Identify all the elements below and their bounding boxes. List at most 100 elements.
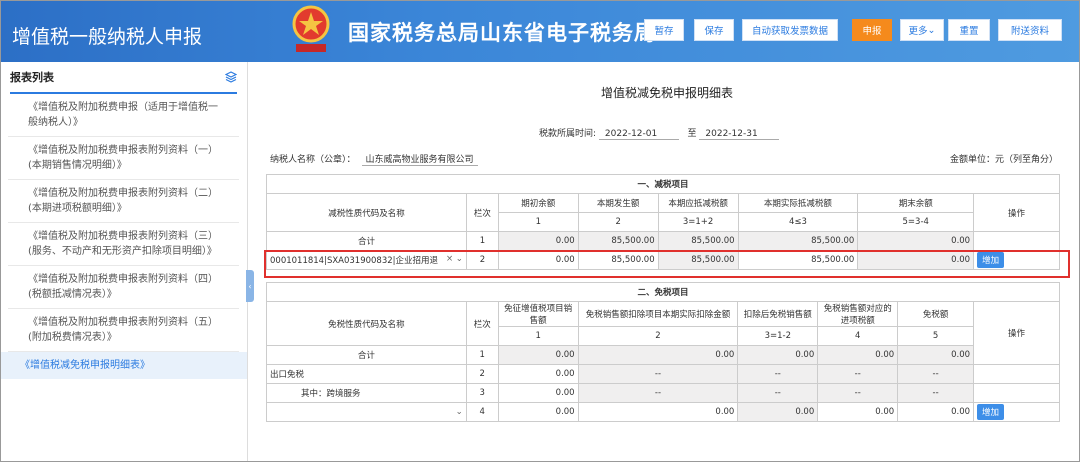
main-content: 增值税减免税申报明细表 税款所属时间: 2022-12-01 至 2022-12… xyxy=(254,62,1080,462)
exemption-code-select[interactable]: ⌄ xyxy=(266,402,467,422)
op-cell xyxy=(973,364,1060,384)
save-button[interactable]: 保存 xyxy=(694,19,734,41)
add-row-button[interactable]: 增加 xyxy=(977,404,1005,420)
sidebar-item-main[interactable]: 《增值税及附加税费申报（适用于增值税一般纳税人）》 xyxy=(8,94,239,137)
attach-button[interactable]: 附送资料 xyxy=(998,19,1062,41)
col-header: 本期应抵减税额 xyxy=(657,193,739,213)
section-title: 二、免税项目 xyxy=(266,282,1060,302)
input-value[interactable]: 0.00 xyxy=(497,402,579,422)
sidebar-item-schedule-4[interactable]: 《增值税及附加税费申报表附列资料（四）(税额抵减情况表）》 xyxy=(8,266,239,309)
cell-value: -- xyxy=(737,383,819,403)
app-title: 增值税一般纳税人申报 xyxy=(12,26,203,48)
section-title: 一、减税项目 xyxy=(266,174,1060,194)
row-name: 合计 xyxy=(266,345,467,365)
auto-invoice-button[interactable]: 自动获取发票数据 xyxy=(742,19,838,41)
reduction-code-select[interactable]: 0001011814|SXA031900832|企业招用退 × ⌄ xyxy=(266,250,467,270)
taxpayer-label: 纳税人名称（公章）： xyxy=(270,155,356,165)
input-value[interactable]: 0.00 xyxy=(497,250,579,270)
row-name: 其中：跨境服务 xyxy=(266,383,467,403)
layers-icon[interactable] xyxy=(225,71,237,83)
chevron-down-icon[interactable]: ⌄ xyxy=(456,407,463,417)
col-num: 5=3-4 xyxy=(857,212,975,232)
cell-value: -- xyxy=(817,364,899,384)
input-value[interactable]: 0.00 xyxy=(817,402,899,422)
row-name: 合计 xyxy=(266,231,467,251)
input-value[interactable]: 0.00 xyxy=(497,364,579,384)
sidebar-header: 报表列表 xyxy=(10,62,237,94)
declare-button[interactable]: 申报 xyxy=(852,19,892,41)
col-header: 免税销售额对应的进项税额 xyxy=(817,301,899,327)
brand-title: 国家税务总局山东省电子税务局 xyxy=(348,21,656,45)
cell-value: 0.00 xyxy=(497,231,579,251)
more-button[interactable]: 更多 ⌄ xyxy=(900,19,944,41)
more-label: 更多 xyxy=(908,26,928,37)
sidebar-item-schedule-1[interactable]: 《增值税及附加税费申报表附列资料（一）(本期销售情况明细）》 xyxy=(8,137,239,180)
table-row: 其中：跨境服务 3 0.00 -- -- -- -- xyxy=(266,383,1060,403)
taxpayer-name: 山东威高物业服务有限公司 xyxy=(361,152,478,166)
col-num: 2 xyxy=(577,326,739,346)
cell-value: -- xyxy=(817,383,899,403)
cell-value: 0.00 xyxy=(577,345,739,365)
collapse-sidebar-handle[interactable]: ‹ xyxy=(246,270,254,302)
cell-value: -- xyxy=(737,364,819,384)
sidebar-item-exemption[interactable]: 《增值税减免税申报明细表》 xyxy=(0,352,247,379)
row-line: 2 xyxy=(465,364,499,384)
row-line: 1 xyxy=(465,345,499,365)
cell-value: 0.00 xyxy=(737,402,819,422)
col-header-name: 减税性质代码及名称 xyxy=(266,193,467,232)
col-header: 扣除后免税销售额 xyxy=(737,301,819,327)
chevron-down-icon: ⌄ xyxy=(927,24,936,36)
input-value[interactable]: 0.00 xyxy=(897,402,975,422)
col-num: 5 xyxy=(897,326,975,346)
row-line: 3 xyxy=(465,383,499,403)
cell-value: 85,500.00 xyxy=(657,250,739,270)
period-to-label: 至 xyxy=(687,129,697,139)
sidebar: 报表列表 《增值税及附加税费申报（适用于增值税一般纳税人）》 《增值税及附加税费… xyxy=(0,62,248,462)
period-start-field[interactable]: 2022-12-01 xyxy=(598,129,679,140)
table-row: 出口免税 2 0.00 -- -- -- -- xyxy=(266,364,1060,384)
sidebar-item-schedule-3[interactable]: 《增值税及附加税费申报表附列资料（三）(服务、不动产和无形资产扣除项目明细）》 xyxy=(8,223,239,266)
cell-value: 0.00 xyxy=(497,345,579,365)
add-row-button[interactable]: 增加 xyxy=(977,252,1005,268)
period-end-field[interactable]: 2022-12-31 xyxy=(699,129,780,140)
tax-period: 税款所属时间: 2022-12-01 至 2022-12-31 xyxy=(539,126,780,140)
tax-emblem-icon xyxy=(292,5,330,52)
clear-icon[interactable]: × ⌄ xyxy=(446,254,463,264)
col-num: 2 xyxy=(577,212,659,232)
input-value[interactable]: 0.00 xyxy=(497,383,579,403)
tax-exemption-table: 二、免税项目 免税性质代码及名称 栏次 免征增值税项目销售额 免税销售额扣除项目… xyxy=(266,282,1060,422)
amount-unit: 金额单位：元（列至角分） xyxy=(949,155,1058,165)
input-value[interactable]: 0.00 xyxy=(577,402,739,422)
period-label: 税款所属时间: xyxy=(539,129,597,139)
reduction-code-value: 0001011814|SXA031900832|企业招用退 xyxy=(270,256,439,266)
col-num: 4≤3 xyxy=(737,212,859,232)
input-value[interactable]: 85,500.00 xyxy=(577,250,659,270)
col-header: 本期实际抵减税额 xyxy=(737,193,859,213)
col-num: 1 xyxy=(497,326,579,346)
input-value[interactable]: 85,500.00 xyxy=(737,250,859,270)
cell-value: -- xyxy=(577,383,739,403)
col-header-op: 操作 xyxy=(973,301,1060,365)
cell-value: -- xyxy=(897,383,975,403)
col-header: 免税销售额扣除项目本期实际扣除金额 xyxy=(577,301,739,327)
cell-value: 85,500.00 xyxy=(737,231,859,251)
col-header-op: 操作 xyxy=(973,193,1060,232)
col-num: 4 xyxy=(817,326,899,346)
form-title: 增值税减免税申报明细表 xyxy=(600,86,733,100)
table-row: 合计 1 0.00 85,500.00 85,500.00 85,500.00 … xyxy=(266,231,1060,251)
cell-value: -- xyxy=(577,364,739,384)
row-line: 1 xyxy=(465,231,499,251)
taxpayer-info: 纳税人名称（公章）： 山东威高物业服务有限公司 xyxy=(270,152,478,166)
col-num: 3=1+2 xyxy=(657,212,739,232)
sidebar-item-schedule-5[interactable]: 《增值税及附加税费申报表附列资料（五）(附加税费情况表）》 xyxy=(8,309,239,352)
reset-button[interactable]: 重置 xyxy=(948,19,990,41)
stash-button[interactable]: 暂存 xyxy=(644,19,684,41)
sidebar-item-schedule-2[interactable]: 《增值税及附加税费申报表附列资料（二）(本期进项税额明细）》 xyxy=(8,180,239,223)
chevron-left-icon: ‹ xyxy=(248,281,252,291)
col-header: 期初余额 xyxy=(497,193,579,213)
table-row: ⌄ 4 0.00 0.00 0.00 0.00 0.00 增加 xyxy=(266,402,1060,422)
col-header-name: 免税性质代码及名称 xyxy=(266,301,467,346)
row-line: 4 xyxy=(465,402,499,422)
col-header-line: 栏次 xyxy=(465,301,499,346)
table-row: 0001011814|SXA031900832|企业招用退 × ⌄ 2 0.00… xyxy=(266,250,1060,270)
